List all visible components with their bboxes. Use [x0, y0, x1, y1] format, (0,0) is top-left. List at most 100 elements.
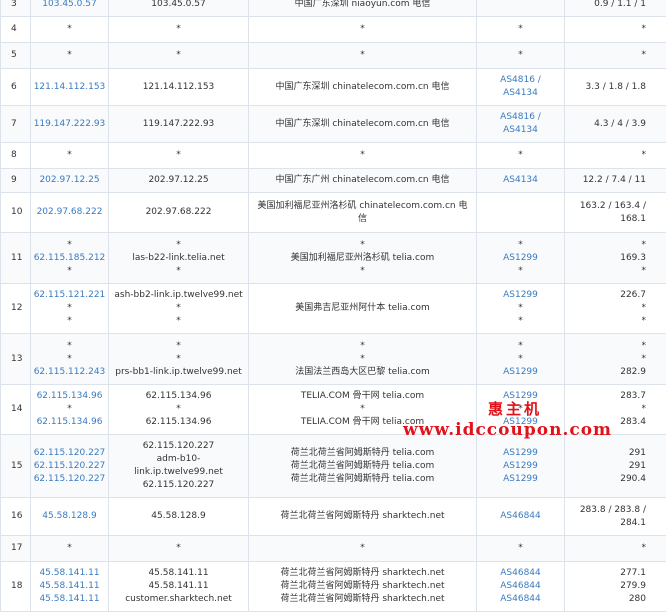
ip-line[interactable]: 62.115.185.212: [31, 252, 108, 265]
asn-line[interactable]: AS1299: [477, 366, 564, 379]
hostname-line: 62.115.120.227: [109, 440, 248, 453]
asn-cell: [477, 0, 565, 17]
latency-line: *: [565, 23, 646, 36]
asn-line: *: [477, 149, 564, 162]
asn-line[interactable]: AS4134: [477, 174, 564, 187]
location-cell: 中国广东深圳 chinatelecom.com.cn 电信: [249, 106, 477, 143]
ip-line[interactable]: 119.147.222.93: [31, 118, 108, 131]
location-line: 荷兰北荷兰省阿姆斯特丹 sharktech.net: [249, 593, 476, 606]
ip-cell: *62.115.185.212*: [31, 233, 109, 284]
hostname-line: *: [109, 23, 248, 36]
asn-cell: AS4816 /AS4134: [477, 69, 565, 106]
asn-line[interactable]: AS1299: [477, 460, 564, 473]
ip-line[interactable]: 62.115.120.227: [31, 473, 108, 486]
asn-cell: **AS1299: [477, 334, 565, 385]
asn-line[interactable]: AS4816 /: [477, 111, 564, 124]
latency-line: 283.8 / 283.8 /: [565, 504, 646, 517]
hop-number: 16: [11, 510, 30, 523]
latency-line: 277.1: [565, 567, 646, 580]
hop-cell: 3: [1, 0, 31, 17]
ip-line[interactable]: 62.115.120.227: [31, 460, 108, 473]
latency-line: 280: [565, 593, 646, 606]
latency-cell: 291291290.4: [565, 435, 666, 498]
ip-line[interactable]: 62.115.134.96: [31, 390, 108, 403]
location-cell: *: [249, 143, 477, 169]
ip-line[interactable]: 202.97.12.25: [31, 174, 108, 187]
asn-line[interactable]: AS1299: [477, 252, 564, 265]
location-cell: *美国加利福尼亚州洛杉矶 telia.com*: [249, 233, 477, 284]
hop-number: 8: [11, 149, 30, 162]
asn-cell: *AS1299*: [477, 233, 565, 284]
asn-line: *: [477, 265, 564, 278]
hostname-line: ash-bb2-link.ip.twelve99.net: [109, 289, 248, 302]
ip-cell: **62.115.112.243: [31, 334, 109, 385]
hostname-line: 62.115.134.96: [109, 416, 248, 429]
hop-cell: 4: [1, 17, 31, 43]
ip-line[interactable]: 202.97.68.222: [31, 206, 108, 219]
hostname-cell: 121.14.112.153: [109, 69, 249, 106]
ip-cell: 45.58.128.9: [31, 498, 109, 536]
hostname-line: 121.14.112.153: [109, 81, 248, 94]
hostname-cell: 202.97.68.222: [109, 193, 249, 233]
hop-cell: 14: [1, 385, 31, 435]
hostname-cell: 45.58.141.1145.58.141.11customer.sharkte…: [109, 562, 249, 612]
asn-line: *: [477, 23, 564, 36]
hop-number: 6: [11, 81, 30, 94]
asn-line[interactable]: AS4134: [477, 124, 564, 137]
ip-line[interactable]: 45.58.141.11: [31, 580, 108, 593]
asn-cell: *: [477, 43, 565, 69]
table-row: 1845.58.141.1145.58.141.1145.58.141.1145…: [1, 562, 666, 612]
ip-line[interactable]: 45.58.128.9: [31, 510, 108, 523]
ip-line[interactable]: 62.115.121.221: [31, 289, 108, 302]
table-row: 3103.45.0.57103.45.0.57中国广东深圳 niaoyun.co…: [1, 0, 666, 17]
hostname-line: adm-b10-: [109, 453, 248, 466]
hostname-cell: 202.97.12.25: [109, 169, 249, 193]
asn-line: *: [477, 340, 564, 353]
table-row: 11*62.115.185.212**las-b22-link.telia.ne…: [1, 233, 666, 284]
hostname-line: *: [109, 315, 248, 328]
asn-line[interactable]: AS1299: [477, 289, 564, 302]
ip-cell: *: [31, 536, 109, 562]
ip-line[interactable]: 45.58.141.11: [31, 567, 108, 580]
asn-line[interactable]: AS46844: [477, 580, 564, 593]
asn-line[interactable]: AS4134: [477, 87, 564, 100]
ip-line[interactable]: 103.45.0.57: [31, 0, 108, 11]
hop-cell: 11: [1, 233, 31, 284]
asn-cell: AS4134: [477, 169, 565, 193]
hop-number: 14: [11, 403, 30, 416]
ip-cell: 62.115.134.96*62.115.134.96: [31, 385, 109, 435]
latency-line: 226.7: [565, 289, 646, 302]
asn-line[interactable]: AS46844: [477, 593, 564, 606]
ip-line[interactable]: 62.115.120.227: [31, 447, 108, 460]
watermark-url: www.idccoupon.com: [403, 420, 612, 440]
hostname-line: *: [109, 403, 248, 416]
latency-line: 4.3 / 4 / 3.9: [565, 118, 646, 131]
hostname-line: 62.115.134.96: [109, 390, 248, 403]
asn-line[interactable]: AS1299: [477, 447, 564, 460]
ip-line[interactable]: 45.58.141.11: [31, 593, 108, 606]
hop-cell: 5: [1, 43, 31, 69]
asn-line[interactable]: AS1299: [477, 473, 564, 486]
ip-cell: 202.97.68.222: [31, 193, 109, 233]
latency-line: *: [565, 542, 646, 555]
hostname-line: customer.sharktech.net: [109, 593, 248, 606]
ip-line[interactable]: 62.115.112.243: [31, 366, 108, 379]
hop-number: 11: [11, 252, 30, 265]
ip-line[interactable]: 62.115.134.96: [31, 416, 108, 429]
location-line: 美国加利福尼亚州洛杉矶 telia.com: [249, 252, 476, 265]
latency-line: 282.9: [565, 366, 646, 379]
asn-line[interactable]: AS46844: [477, 567, 564, 580]
asn-cell: AS1299**: [477, 284, 565, 334]
traceroute-table: 3103.45.0.57103.45.0.57中国广东深圳 niaoyun.co…: [0, 0, 666, 612]
asn-line: *: [477, 315, 564, 328]
location-line: *: [249, 542, 476, 555]
location-cell: **法国法兰西岛大区巴黎 telia.com: [249, 334, 477, 385]
location-cell: *: [249, 536, 477, 562]
ip-line[interactable]: 121.14.112.153: [31, 81, 108, 94]
table-row: 8*****: [1, 143, 666, 169]
hop-cell: 9: [1, 169, 31, 193]
location-line: 荷兰北荷兰省阿姆斯特丹 sharktech.net: [249, 567, 476, 580]
table-row: 6121.14.112.153121.14.112.153中国广东深圳 chin…: [1, 69, 666, 106]
asn-line[interactable]: AS4816 /: [477, 74, 564, 87]
asn-line[interactable]: AS46844: [477, 510, 564, 523]
